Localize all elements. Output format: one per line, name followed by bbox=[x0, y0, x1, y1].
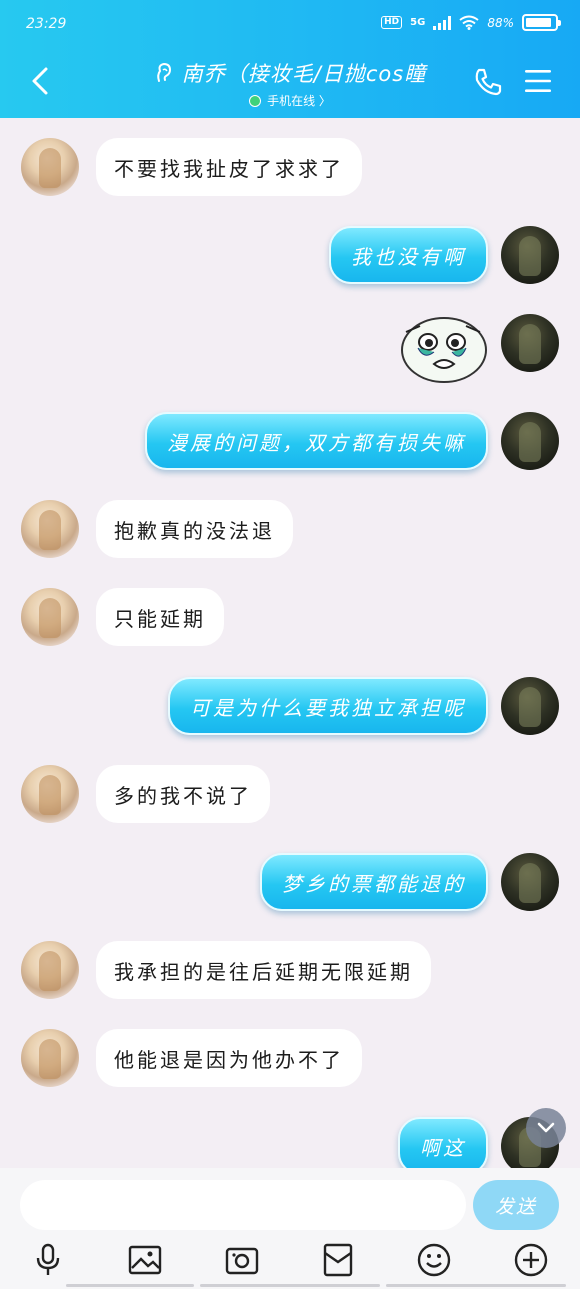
contact-avatar[interactable] bbox=[21, 941, 79, 999]
system-nav-indicator bbox=[386, 1284, 566, 1287]
system-nav-indicator bbox=[66, 1284, 194, 1287]
camera-icon bbox=[225, 1247, 259, 1275]
message-bubble-outgoing[interactable]: 可是为什么要我独立承担呢 bbox=[168, 677, 488, 735]
message-input[interactable] bbox=[20, 1180, 466, 1230]
contact-avatar[interactable] bbox=[21, 138, 79, 196]
message-row-incoming: 我承担的是往后延期无限延期 bbox=[0, 941, 580, 1001]
chevron-left-icon bbox=[32, 67, 48, 95]
more-button[interactable] bbox=[511, 1240, 551, 1280]
message-row-outgoing bbox=[0, 314, 580, 388]
online-status-dot bbox=[249, 94, 262, 107]
hamburger-menu-icon bbox=[525, 70, 551, 92]
input-toolbar bbox=[0, 1240, 580, 1280]
image-icon bbox=[128, 1245, 162, 1275]
message-bubble-incoming[interactable]: 只能延期 bbox=[96, 588, 224, 646]
back-button[interactable] bbox=[28, 66, 54, 96]
red-packet-button[interactable] bbox=[318, 1240, 358, 1280]
microphone-icon bbox=[36, 1243, 60, 1275]
message-bubble-incoming[interactable]: 抱歉真的没法退 bbox=[96, 500, 293, 558]
scroll-to-bottom-button[interactable] bbox=[526, 1108, 566, 1148]
message-row-incoming: 不要找我扯皮了求求了 bbox=[0, 138, 580, 198]
send-button[interactable]: 发送 bbox=[473, 1180, 559, 1230]
contact-avatar[interactable] bbox=[21, 1029, 79, 1087]
emoji-icon bbox=[417, 1243, 451, 1277]
image-button[interactable] bbox=[125, 1240, 165, 1280]
my-avatar[interactable] bbox=[501, 677, 559, 735]
message-bubble-incoming[interactable]: 他能退是因为他办不了 bbox=[96, 1029, 362, 1087]
message-row-incoming: 他能退是因为他办不了 bbox=[0, 1029, 580, 1089]
contact-avatar[interactable] bbox=[21, 500, 79, 558]
voice-button[interactable] bbox=[28, 1240, 68, 1280]
message-bubble-outgoing[interactable]: 梦乡的票都能退的 bbox=[260, 853, 488, 911]
contact-name: 南乔（接妆毛/日抛cos瞳 bbox=[181, 62, 427, 86]
message-row-incoming: 只能延期 bbox=[0, 588, 580, 648]
my-avatar[interactable] bbox=[501, 412, 559, 470]
online-status-text: 手机在线 〉 bbox=[267, 94, 331, 108]
camera-button[interactable] bbox=[222, 1240, 262, 1280]
message-row-incoming: 多的我不说了 bbox=[0, 765, 580, 825]
message-row-outgoing: 可是为什么要我独立承担呢 bbox=[0, 677, 580, 737]
message-bubble-outgoing[interactable]: 我也没有啊 bbox=[329, 226, 488, 284]
message-bubble-outgoing[interactable]: 漫展的问题，双方都有损失嘛 bbox=[145, 412, 488, 470]
chat-header: 23:29 HD 5G 88% 南乔（接妆毛/日抛cos瞳 手机在线 〉 bbox=[0, 0, 580, 118]
network-type: 5G bbox=[410, 17, 426, 28]
my-avatar[interactable] bbox=[501, 314, 559, 372]
status-time: 23:29 bbox=[26, 16, 67, 32]
my-avatar[interactable] bbox=[501, 226, 559, 284]
menu-button[interactable] bbox=[524, 68, 552, 94]
message-bubble-incoming[interactable]: 不要找我扯皮了求求了 bbox=[96, 138, 362, 196]
message-row-incoming: 抱歉真的没法退 bbox=[0, 500, 580, 560]
ear-icon bbox=[156, 62, 171, 82]
contact-avatar[interactable] bbox=[21, 588, 79, 646]
message-bubble-incoming[interactable]: 多的我不说了 bbox=[96, 765, 270, 823]
chevron-down-icon bbox=[537, 1122, 555, 1133]
chat-title-area[interactable]: 南乔（接妆毛/日抛cos瞳 手机在线 〉 bbox=[120, 58, 460, 109]
hd-badge: HD bbox=[381, 16, 403, 29]
message-list[interactable]: 不要找我扯皮了求求了 我也没有啊 漫展的问题，双方都有损失嘛 抱歉真的没法退 只… bbox=[0, 118, 580, 1175]
battery-percent: 88% bbox=[487, 15, 514, 30]
message-row-outgoing: 漫展的问题，双方都有损失嘛 bbox=[0, 412, 580, 472]
system-nav-indicator bbox=[200, 1284, 380, 1287]
plus-circle-icon bbox=[514, 1243, 548, 1277]
emoji-button[interactable] bbox=[414, 1240, 454, 1280]
red-packet-icon bbox=[323, 1243, 353, 1277]
input-area: 发送 bbox=[0, 1168, 580, 1289]
status-bar-icons: HD 5G 88% bbox=[381, 14, 561, 31]
message-bubble-incoming[interactable]: 我承担的是往后延期无限延期 bbox=[96, 941, 431, 999]
message-row-outgoing: 我也没有啊 bbox=[0, 226, 580, 286]
call-button[interactable] bbox=[472, 66, 504, 98]
message-row-outgoing: 梦乡的票都能退的 bbox=[0, 853, 580, 913]
contact-avatar[interactable] bbox=[21, 765, 79, 823]
battery-icon bbox=[522, 14, 561, 31]
message-bubble-outgoing[interactable]: 啊这 bbox=[398, 1117, 488, 1175]
wifi-icon bbox=[459, 15, 479, 30]
my-avatar[interactable] bbox=[501, 853, 559, 911]
signal-icon bbox=[433, 15, 452, 30]
crying-face-sticker[interactable] bbox=[398, 312, 488, 384]
phone-icon bbox=[475, 68, 502, 96]
